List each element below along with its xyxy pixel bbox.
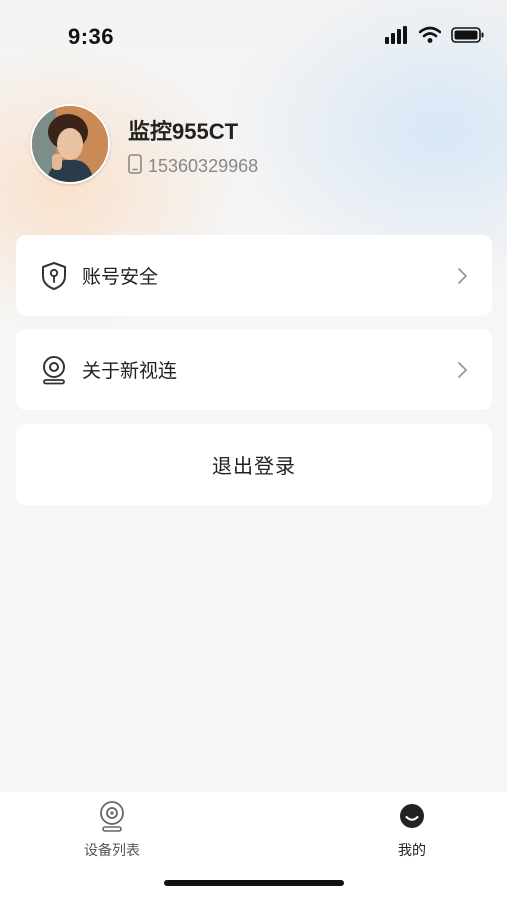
tab-device-list[interactable]: 设备列表 [52,800,172,860]
menu-item-about[interactable]: 关于新视连 [16,329,492,410]
status-bar: 9:36 [0,0,507,74]
phone-number: 15360329968 [148,155,259,176]
status-icons [385,26,485,48]
menu-item-label: 关于新视连 [82,360,178,382]
avatar[interactable] [30,104,110,184]
profile-header: 监控955CT 15360329968 [30,104,480,186]
avatar-photo [32,106,108,182]
chevron-right-icon [456,360,470,380]
battery-icon [451,26,485,48]
user-name: 监控955CT [128,119,239,144]
signal-icon [385,26,409,48]
tab-mine[interactable]: 我的 [352,800,472,860]
phone-row: 15360329968 [128,154,258,178]
chevron-right-icon [456,266,470,286]
wifi-icon [418,26,442,48]
menu-item-label: 账号安全 [82,266,159,288]
camera-outline-icon [98,800,126,836]
logout-button[interactable]: 退出登录 [16,424,492,505]
tab-label: 设备列表 [84,843,140,859]
shield-key-icon [38,260,70,292]
home-indicator [164,880,344,886]
logout-label: 退出登录 [212,454,296,478]
mobile-phone-icon [128,154,142,178]
status-time: 9:36 [68,24,115,49]
smile-icon [398,800,426,836]
tab-label: 我的 [398,843,426,859]
menu-item-account-security[interactable]: 账号安全 [16,235,492,316]
camera-icon [38,354,70,386]
